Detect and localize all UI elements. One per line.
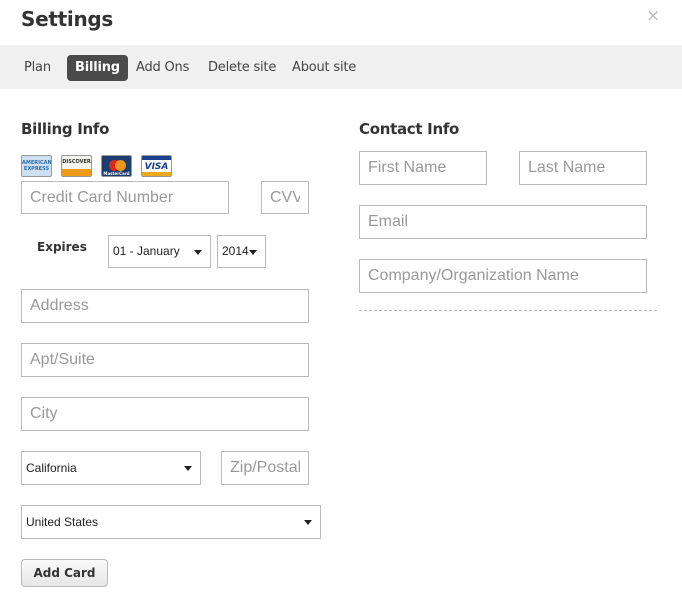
expires-year-select[interactable]: 2014 [217,235,266,268]
amex-card-icon: AMERICAN EXPRESS [21,155,52,177]
country-value: United States [26,515,99,529]
contact-info-heading: Contact Info [359,120,460,138]
apt-suite-input[interactable] [21,343,309,377]
page-title: Settings [21,7,114,31]
expires-year-value: 2014 [222,244,249,258]
visa-card-icon: VISA [141,155,172,177]
billing-info-heading: Billing Info [21,120,110,138]
last-name-input[interactable] [519,151,647,185]
credit-card-number-input[interactable] [21,181,229,214]
chevron-down-icon [249,249,257,255]
dashed-divider [359,310,657,311]
city-input[interactable] [21,397,309,431]
company-name-input[interactable] [359,259,647,293]
tab-billing[interactable]: Billing [67,55,128,81]
tab-bar: Plan Billing Add Ons Delete site About s… [0,45,682,89]
state-value: California [26,461,77,475]
chevron-down-icon [194,249,202,255]
address-input[interactable] [21,289,309,323]
tab-delete-site[interactable]: Delete site [200,55,284,81]
close-icon[interactable]: × [646,6,660,26]
email-input[interactable] [359,205,647,239]
chevron-down-icon [184,466,192,471]
cvv-input[interactable] [261,181,309,214]
country-select[interactable]: United States [21,505,321,539]
first-name-input[interactable] [359,151,487,185]
chevron-down-icon [304,520,312,525]
discover-card-icon: DISCOVER [61,155,92,177]
zip-postal-input[interactable] [221,451,309,485]
mastercard-card-icon: MasterCard [101,155,132,177]
add-card-button[interactable]: Add Card [21,559,108,587]
expires-month-value: 01 - January [113,244,180,258]
tab-plan[interactable]: Plan [16,55,59,81]
tab-about-site[interactable]: About site [284,55,364,81]
expires-month-select[interactable]: 01 - January [108,235,211,268]
state-select[interactable]: California [21,451,201,485]
tab-add-ons[interactable]: Add Ons [128,55,197,81]
expires-label: Expires [37,240,87,254]
